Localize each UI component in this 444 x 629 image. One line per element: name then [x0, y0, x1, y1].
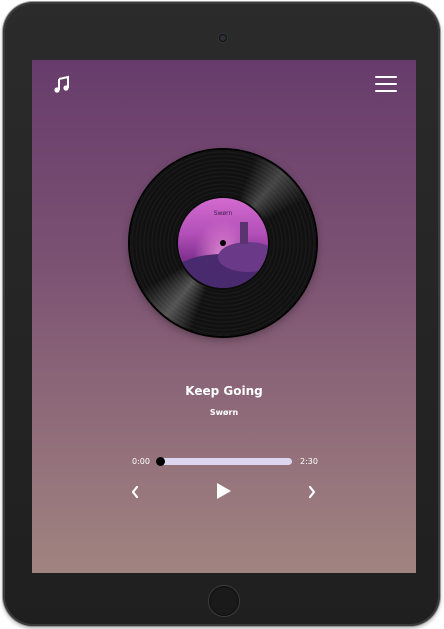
artist-name: Swørn — [209, 408, 239, 417]
vinyl-record: Swørn — [130, 150, 316, 336]
album-art-lantern — [240, 222, 248, 244]
front-camera — [219, 34, 227, 42]
chevron-right-icon — [308, 485, 316, 499]
current-time: 0:00 — [132, 457, 150, 466]
menu-line — [375, 90, 397, 92]
album-art-text: Swørn — [213, 210, 233, 217]
next-button[interactable] — [306, 484, 318, 500]
total-time: 2:30 — [300, 457, 318, 466]
tablet-frame: Swørn Keep Going Swørn 0:00 2:30 — [3, 2, 440, 626]
chevron-left-icon — [131, 485, 139, 499]
hamburger-menu-icon[interactable] — [375, 76, 397, 94]
play-icon — [217, 483, 231, 499]
music-note-icon[interactable] — [52, 75, 72, 95]
progress-bar[interactable] — [156, 457, 292, 466]
menu-line — [375, 76, 397, 78]
play-button[interactable] — [215, 481, 233, 501]
home-button[interactable] — [209, 586, 239, 616]
track-title: Keep Going — [185, 384, 263, 398]
music-player-screen: Swørn Keep Going Swørn 0:00 2:30 — [32, 60, 416, 573]
progress-handle[interactable] — [156, 457, 165, 466]
record-spindle — [220, 240, 226, 246]
menu-line — [375, 83, 397, 85]
previous-button[interactable] — [129, 484, 141, 500]
album-art: Swørn — [178, 198, 268, 288]
